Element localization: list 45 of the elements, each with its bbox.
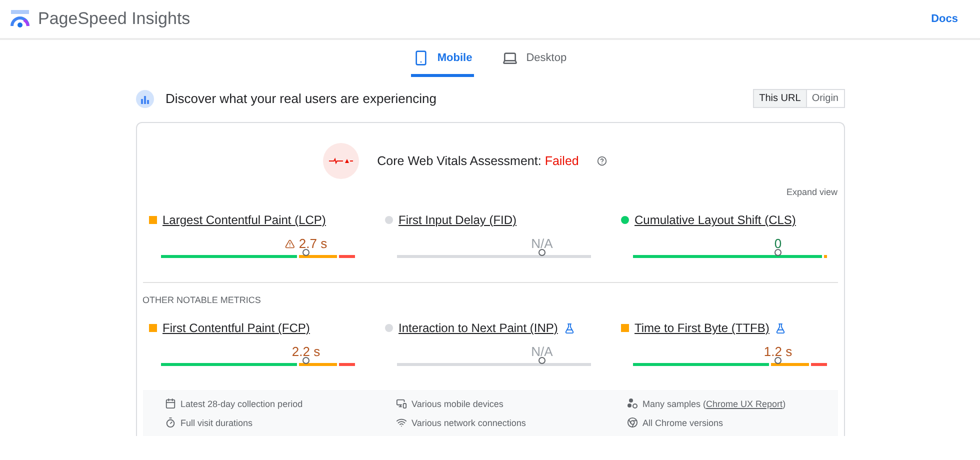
- devices-icon: [396, 398, 406, 409]
- metric-link[interactable]: Time to First Byte (TTFB): [634, 321, 770, 335]
- help-icon[interactable]: [596, 156, 607, 166]
- laptop-icon: [502, 50, 518, 66]
- calendar-icon: [164, 398, 176, 409]
- metric-link[interactable]: First Input Delay (FID): [398, 213, 517, 227]
- device-tab[interactable]: Desktop: [500, 46, 569, 77]
- wifi-icon: [396, 417, 406, 428]
- app-title: PageSpeed Insights: [38, 9, 190, 29]
- chrome-icon: [626, 417, 638, 428]
- assessment-text: Core Web Vitals Assessment: Failed: [377, 154, 579, 168]
- section-heading: Discover what your real users are experiencing: [166, 91, 436, 106]
- percentile-marker: [538, 357, 546, 364]
- phone-icon: [413, 50, 430, 66]
- percentile-marker: [302, 249, 310, 256]
- device-tab[interactable]: Mobile: [411, 46, 474, 77]
- users-chart-icon: [136, 90, 154, 108]
- fact-text: Various network connections: [412, 418, 526, 428]
- dots-icon: [626, 398, 638, 409]
- logo-icon: [10, 10, 30, 28]
- metric-value: N/A: [531, 344, 553, 359]
- fact-text: Latest 28-day collection period: [180, 398, 303, 408]
- expand-view-link[interactable]: Expand view: [786, 187, 838, 197]
- percentile-marker: [774, 357, 782, 364]
- metric-value: 0: [774, 236, 782, 251]
- metric-link[interactable]: Cumulative Layout Shift (CLS): [634, 213, 796, 227]
- docs-link[interactable]: Docs: [931, 13, 958, 25]
- subsection-heading: OTHER NOTABLE METRICS: [142, 294, 262, 305]
- fact-text: Many samples (Chrome UX Report): [642, 398, 786, 408]
- percentile-marker: [538, 249, 546, 256]
- percentile-marker: [774, 249, 782, 256]
- scope-toggle[interactable]: This URL: [754, 90, 806, 107]
- fact-text: Full visit durations: [180, 418, 253, 428]
- stopwatch-icon: [164, 417, 176, 428]
- fact-text: All Chrome versions: [642, 418, 724, 428]
- metric-link[interactable]: Interaction to Next Paint (INP): [398, 321, 558, 335]
- metric-link[interactable]: First Contentful Paint (FCP): [162, 321, 310, 335]
- metric-value: 1.2 s: [764, 344, 792, 359]
- report-link[interactable]: Chrome UX Report: [706, 398, 783, 408]
- metric-value: 2.2 s: [292, 344, 320, 359]
- metric-value: 2.7 s: [284, 236, 328, 251]
- metric-value: N/A: [531, 236, 553, 251]
- fact-text: Various mobile devices: [412, 398, 504, 408]
- percentile-marker: [302, 357, 310, 364]
- metric-link[interactable]: Largest Contentful Paint (LCP): [162, 213, 326, 227]
